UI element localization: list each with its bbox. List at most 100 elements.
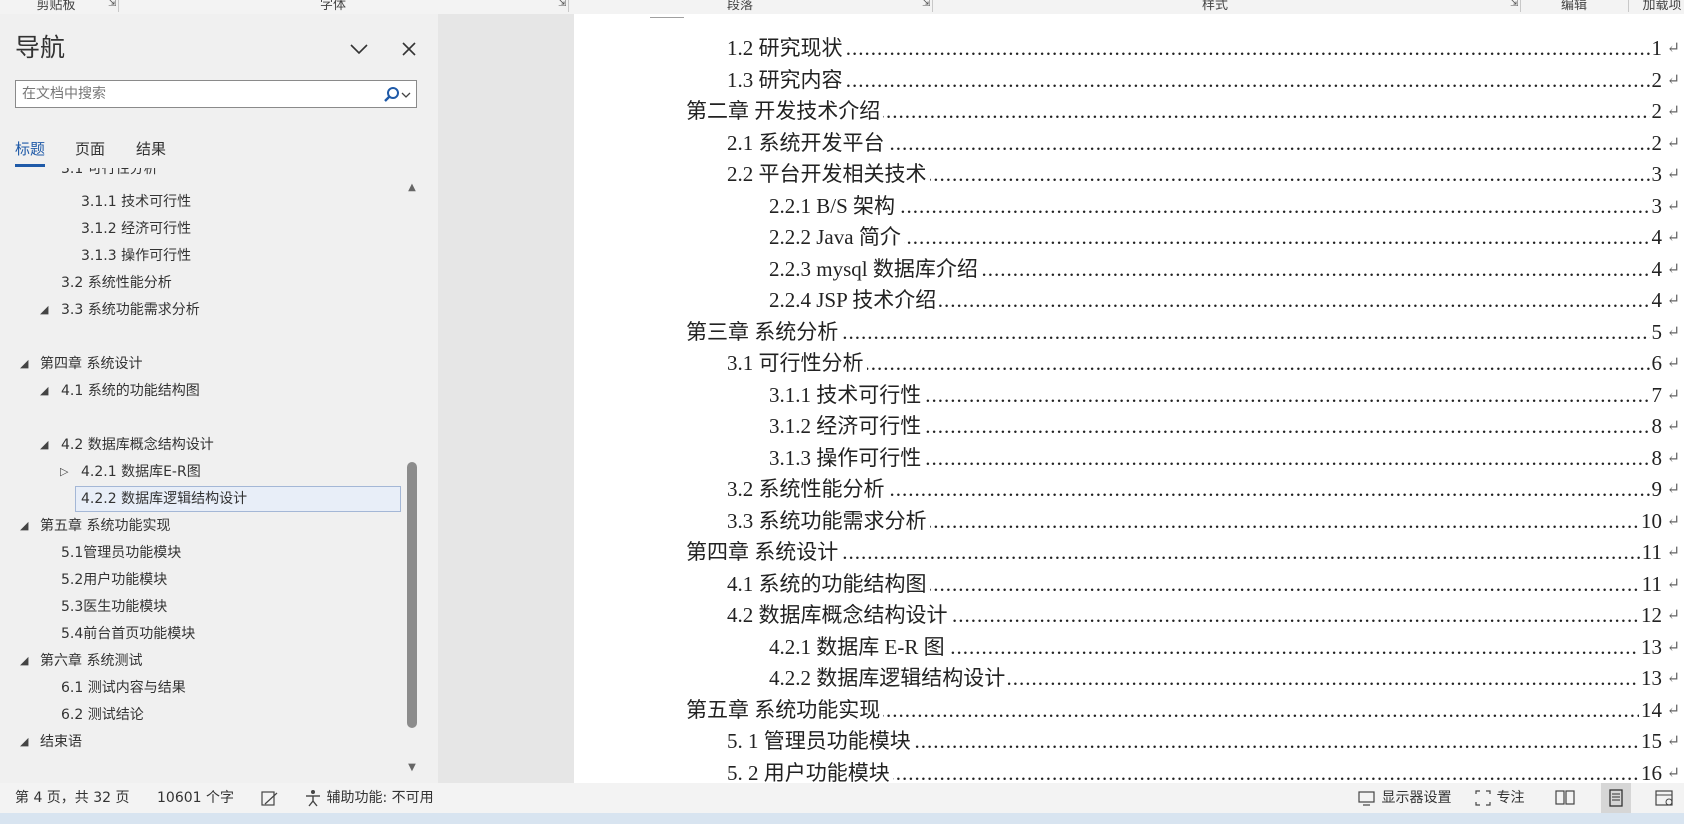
toc-page-number: 10: [1639, 505, 1662, 537]
paragraph-mark-icon: ↵: [1666, 71, 1680, 89]
tree-item[interactable]: 第六章 系统测试: [40, 648, 142, 674]
tree-item[interactable]: 6.2 测试结论: [61, 702, 144, 728]
toc-entry[interactable]: 3.1.3 操作可行性.............................…: [769, 442, 1680, 474]
toc-entry[interactable]: 4.2.2 数据库逻辑结构设计.........................…: [769, 663, 1680, 694]
tree-item[interactable]: 4.2.2 数据库逻辑结构设计: [75, 486, 401, 512]
search-input[interactable]: [22, 84, 372, 104]
collapse-arrow-icon[interactable]: ◢: [40, 378, 48, 404]
search-button[interactable]: [382, 85, 414, 105]
toc-entry[interactable]: 2.2.4 JSP 技术介绍..........................…: [769, 285, 1680, 316]
accessibility-icon: [306, 790, 320, 807]
toc-entry[interactable]: 3.1.1 技术可行性.............................…: [769, 379, 1680, 411]
paragraph-mark-icon: ↵: [1666, 638, 1680, 656]
toc-entry[interactable]: 5. 2 用户功能模块.............................…: [727, 757, 1680, 783]
toc-entry[interactable]: 第四章 系统设计................................…: [686, 537, 1680, 568]
tree-item[interactable]: 第五章 系统功能实现: [40, 513, 170, 539]
tree-item[interactable]: 3.1.3 操作可行性: [81, 243, 191, 269]
toc-entry[interactable]: 2.1 系统开发平台..............................…: [727, 127, 1680, 159]
tree-item[interactable]: 3.3 系统功能需求分析: [61, 297, 200, 323]
toc-entry[interactable]: 2.2 平台开发相关技术............................…: [727, 159, 1680, 190]
collapse-arrow-icon[interactable]: ◢: [40, 432, 48, 458]
print-layout-button[interactable]: [1601, 783, 1631, 813]
toc-entry-title: 第三章 系统分析: [686, 316, 842, 348]
read-mode-button[interactable]: [1554, 783, 1576, 813]
toc-page-number: 11: [1639, 537, 1662, 568]
status-bar: 第 4 页，共 32 页 10601 个字 辅助功能: 不可用 显示器设置 专注: [0, 783, 1684, 813]
paragraph-mark-icon: ↵: [1666, 197, 1680, 215]
toc-entry[interactable]: 2.2.3 mysql 数据库介绍.......................…: [769, 253, 1680, 285]
web-layout-button[interactable]: [1654, 783, 1676, 813]
paragraph-mark-icon: ↵: [1666, 764, 1680, 782]
collapse-arrow-icon[interactable]: ◢: [40, 297, 48, 323]
display-settings-icon: [1358, 791, 1375, 806]
scroll-thumb[interactable]: [407, 462, 417, 728]
tab-pages[interactable]: 页面: [75, 138, 105, 159]
toc-entry[interactable]: 第二章 开发技术介绍..............................…: [686, 96, 1680, 127]
toc-entry[interactable]: 1.3 研究内容................................…: [727, 64, 1680, 96]
tree-item[interactable]: 结束语: [40, 729, 82, 755]
tree-item[interactable]: 4.2 数据库概念结构设计: [61, 432, 214, 458]
tab-headings[interactable]: 标题: [15, 138, 45, 159]
toc-entry[interactable]: 3.2 系统性能分析..............................…: [727, 474, 1680, 505]
tree-item[interactable]: 5.3医生功能模块: [61, 594, 167, 620]
tree-item[interactable]: 5.4前台首页功能模块: [61, 621, 195, 647]
tree-item[interactable]: 3.1.1 技术可行性: [81, 189, 191, 215]
scroll-down-arrow-icon[interactable]: ▼: [406, 762, 418, 776]
toc-entry-title: 3.2 系统性能分析: [727, 474, 888, 505]
expand-arrow-icon[interactable]: ▷: [60, 459, 68, 485]
nav-options-button[interactable]: [346, 36, 372, 62]
navigation-pane: 导航 标题 页面 结果 3.1 可行性分析 3.1.1 技术可行性3.1.2 经济…: [0, 14, 438, 783]
tree-item[interactable]: 4.1 系统的功能结构图: [61, 378, 200, 404]
toc-entry[interactable]: 4.2 数据库概念结构设计...........................…: [727, 600, 1680, 631]
nav-scrollbar[interactable]: ▲ ▼: [404, 182, 420, 782]
paragraph-mark-icon: ↵: [1666, 607, 1680, 624]
paragraph-mark-icon: ↵: [1666, 292, 1680, 309]
tree-item[interactable]: 3.2 系统性能分析: [61, 270, 172, 296]
paragraph-mark-icon: ↵: [1666, 229, 1680, 246]
scroll-up-arrow-icon[interactable]: ▲: [406, 182, 418, 196]
ribbon-group-labels: 剪贴板 字体 段落 样式 编辑 加载项 ⇲ ⇲ ⇲ ⇲: [0, 0, 1684, 14]
ribbon-group-label: 剪贴板: [36, 0, 76, 13]
toc-entry-title: 2.2.2 Java 简介: [769, 222, 904, 253]
toc-entry-title: 4.1 系统的功能结构图: [727, 568, 930, 600]
tree-item[interactable]: 3.1.2 经济可行性: [81, 216, 191, 242]
collapse-arrow-icon[interactable]: ◢: [20, 351, 28, 377]
toc-entry[interactable]: 4.1 系统的功能结构图............................…: [727, 568, 1680, 600]
toc-page-number: 3: [1649, 159, 1662, 190]
toc-entry[interactable]: 2.2.1 B/S 架构............................…: [769, 190, 1680, 222]
toc-entry[interactable]: 第五章 系统功能实现..............................…: [686, 694, 1680, 726]
search-icon: [384, 87, 411, 102]
tree-item[interactable]: 5.1管理员功能模块: [61, 540, 181, 566]
nav-close-button[interactable]: [396, 36, 422, 62]
document-page[interactable]: 1.2 研究现状................................…: [574, 14, 1684, 783]
proofing-icon[interactable]: [260, 783, 280, 813]
toc-entry[interactable]: 3.1.2 经济可行性.............................…: [769, 411, 1680, 442]
toc-entry[interactable]: 3.1 可行性分析...............................…: [727, 348, 1680, 379]
tree-item[interactable]: 4.2.1 数据库E-R图: [81, 459, 201, 485]
collapse-arrow-icon[interactable]: ◢: [20, 729, 28, 755]
toc-entry[interactable]: 2.2.2 Java 简介...........................…: [769, 222, 1680, 253]
toc-entry[interactable]: 1.2 研究现状................................…: [727, 33, 1680, 64]
toc-page-number: 8: [1649, 411, 1662, 442]
paragraph-mark-icon: ↵: [1666, 733, 1680, 750]
display-settings-button[interactable]: 显示器设置: [1357, 783, 1451, 813]
word-count[interactable]: 10601 个字: [157, 783, 234, 813]
tree-item[interactable]: 6.1 测试内容与结果: [61, 675, 186, 701]
tab-results[interactable]: 结果: [136, 138, 166, 159]
ribbon-group-label: 加载项: [1642, 0, 1682, 13]
toc-entry[interactable]: 3.3 系统功能需求分析............................…: [727, 505, 1680, 537]
accessibility-button[interactable]: 辅助功能: 不可用: [304, 783, 434, 813]
focus-button[interactable]: 专注: [1474, 783, 1524, 813]
collapse-arrow-icon[interactable]: ◢: [20, 648, 28, 674]
tree-item-partial[interactable]: 3.1 可行性分析: [61, 168, 158, 182]
tree-item[interactable]: 第四章 系统设计: [40, 351, 142, 377]
nav-title: 导航: [15, 33, 66, 62]
collapse-arrow-icon[interactable]: ◢: [20, 513, 28, 539]
page-count[interactable]: 第 4 页，共 32 页: [15, 783, 130, 813]
toc-page-number: 3: [1649, 190, 1662, 222]
tree-item[interactable]: 5.2用户功能模块: [61, 567, 167, 593]
toc-entry[interactable]: 5. 1 管理员功能模块............................…: [727, 726, 1680, 757]
paragraph-mark-icon: ↵: [1666, 40, 1680, 57]
toc-entry[interactable]: 第三章 系统分析................................…: [686, 316, 1680, 348]
toc-entry[interactable]: 4.2.1 数据库 E-R 图.........................…: [769, 631, 1680, 663]
